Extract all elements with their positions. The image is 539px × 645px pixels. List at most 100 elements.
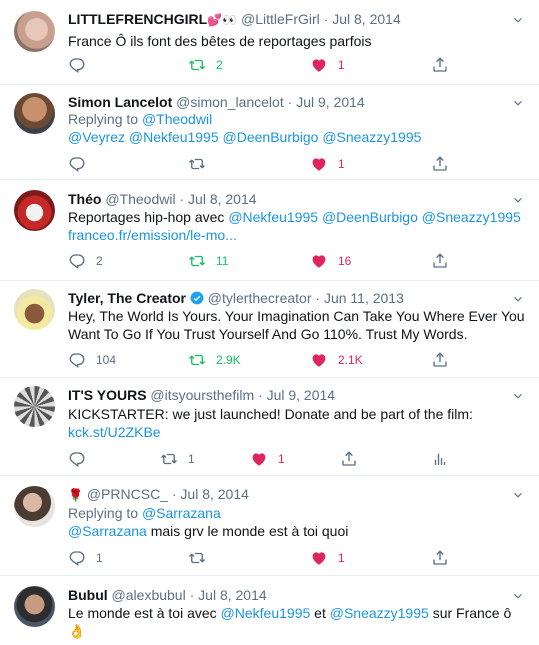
like-button[interactable]: 16 xyxy=(310,252,351,270)
reply-button[interactable] xyxy=(68,155,86,173)
author-name[interactable]: LITTLEFRENCHGIRL xyxy=(68,11,207,27)
mention-link[interactable]: @Theodwil xyxy=(142,111,212,127)
author-handle[interactable]: @LittleFrGirl xyxy=(241,11,320,27)
heart-icon xyxy=(310,549,328,567)
mention-link[interactable]: @Sarrazana xyxy=(68,523,147,539)
avatar[interactable] xyxy=(14,289,55,330)
mention-link[interactable]: @DeenBurbigo xyxy=(223,129,319,145)
author-handle[interactable]: @itsyoursthefilm xyxy=(150,387,254,403)
chevron-down-icon[interactable] xyxy=(511,193,525,207)
verified-badge-icon xyxy=(190,291,204,305)
reply-button[interactable]: 104 xyxy=(68,351,116,369)
tweet-date[interactable]: Jul 9, 2014 xyxy=(267,387,336,403)
retweet-count: 2.9K xyxy=(216,353,241,367)
mention-link[interactable]: @Sarrazana xyxy=(142,505,221,521)
heart-icon xyxy=(310,351,328,369)
mention-link[interactable]: @Sneazzy1995 xyxy=(330,605,429,621)
retweet-count: 11 xyxy=(216,254,229,268)
like-button[interactable]: 1 xyxy=(250,450,285,468)
ok-hand-emoji: 👌 xyxy=(68,623,86,639)
author-name[interactable]: Bubul xyxy=(68,587,108,603)
chevron-down-icon[interactable] xyxy=(511,13,525,27)
retweet-button[interactable]: 2.9K xyxy=(188,351,241,369)
tweet-text: @Sarrazana mais grv le monde est à toi q… xyxy=(68,523,349,539)
url-link[interactable]: franceo.fr/emission/le-mo... xyxy=(68,227,237,243)
tweet-tyler[interactable]: Tyler, The Creator @tylerthecreator · Ju… xyxy=(0,281,539,378)
like-button[interactable]: 2.1K xyxy=(310,351,363,369)
author-handle[interactable]: @tylerthecreator xyxy=(208,290,312,306)
avatar[interactable] xyxy=(14,586,55,627)
retweet-count: 2 xyxy=(216,58,223,72)
share-icon xyxy=(431,549,449,567)
mention-link[interactable]: @DeenBurbigo xyxy=(322,209,418,225)
chevron-down-icon[interactable] xyxy=(511,589,525,603)
author-handle[interactable]: @PRNCSC_ xyxy=(87,486,168,502)
mention-link[interactable]: @Nekfeu1995 xyxy=(228,209,318,225)
author-name[interactable]: Théo xyxy=(68,191,101,207)
like-button[interactable]: 1 xyxy=(310,155,345,173)
tweet-bubul[interactable]: Bubul @alexbubul · Jul 8, 2014 Le monde … xyxy=(0,576,539,645)
analytics-button[interactable] xyxy=(431,450,449,468)
reply-button[interactable] xyxy=(68,450,86,468)
tweet-date[interactable]: Jun 11, 2013 xyxy=(324,290,404,306)
author-name[interactable]: Tyler, The Creator xyxy=(68,290,186,306)
like-button[interactable]: 1 xyxy=(310,549,345,567)
share-icon xyxy=(340,450,358,468)
heart-icon xyxy=(310,155,328,173)
tweet-date[interactable]: Jul 9, 2014 xyxy=(296,94,365,110)
retweet-icon xyxy=(160,450,178,468)
tweet-date[interactable]: Jul 8, 2014 xyxy=(188,191,257,207)
share-button[interactable] xyxy=(431,56,449,74)
retweet-button[interactable] xyxy=(188,549,206,567)
share-button[interactable] xyxy=(431,351,449,369)
reply-button[interactable] xyxy=(68,56,86,74)
avatar[interactable] xyxy=(14,386,55,427)
tweet-littlefrenchgirl[interactable]: LITTLEFRENCHGIRL💕👀 @LittleFrGirl · Jul 8… xyxy=(0,0,539,85)
reply-button[interactable]: 1 xyxy=(68,549,103,567)
tweet-date[interactable]: Jul 8, 2014 xyxy=(180,486,249,502)
chevron-down-icon[interactable] xyxy=(511,96,525,110)
reply-icon xyxy=(68,252,86,270)
share-button[interactable] xyxy=(431,155,449,173)
avatar[interactable] xyxy=(14,93,55,134)
reply-count: 1 xyxy=(96,551,103,565)
tweet-date[interactable]: Jul 8, 2014 xyxy=(198,587,267,603)
rose-emoji[interactable]: 🌹 xyxy=(68,488,83,502)
chevron-down-icon[interactable] xyxy=(511,389,525,403)
tweet-prncsc[interactable]: 🌹 @PRNCSC_ · Jul 8, 2014 Replying to @Sa… xyxy=(0,476,539,576)
retweet-button[interactable]: 2 xyxy=(188,56,223,74)
tweet-theo[interactable]: Théo @Theodwil · Jul 8, 2014 Reportages … xyxy=(0,180,539,281)
tweet-simon-lancelot[interactable]: Simon Lancelot @simon_lancelot · Jul 9, … xyxy=(0,85,539,180)
tweet-date[interactable]: Jul 8, 2014 xyxy=(332,11,401,27)
reply-button[interactable]: 2 xyxy=(68,252,103,270)
author-handle[interactable]: @alexbubul xyxy=(112,587,186,603)
like-button[interactable]: 1 xyxy=(310,56,345,74)
chevron-down-icon[interactable] xyxy=(511,292,525,306)
mention-link[interactable]: @Nekfeu1995 xyxy=(129,129,219,145)
mention-link[interactable]: @Nekfeu1995 xyxy=(221,605,311,621)
mention-link[interactable]: @Sneazzy1995 xyxy=(422,209,521,225)
mention-link[interactable]: @Sneazzy1995 xyxy=(322,129,421,145)
author-handle[interactable]: @simon_lancelot xyxy=(176,94,284,110)
share-icon xyxy=(431,252,449,270)
reply-icon xyxy=(68,450,86,468)
like-count: 1 xyxy=(338,551,345,565)
avatar[interactable] xyxy=(14,11,55,52)
chevron-down-icon[interactable] xyxy=(511,488,525,502)
tweet-its-yours[interactable]: IT'S YOURS @itsyoursthefilm · Jul 9, 201… xyxy=(0,378,539,476)
author-name[interactable]: IT'S YOURS xyxy=(68,387,147,403)
author-handle[interactable]: @Theodwil xyxy=(105,191,175,207)
share-button[interactable] xyxy=(431,252,449,270)
retweet-button[interactable]: 11 xyxy=(188,252,228,270)
avatar[interactable] xyxy=(14,190,55,231)
retweet-button[interactable] xyxy=(188,155,206,173)
share-button[interactable] xyxy=(340,450,358,468)
retweet-button[interactable]: 1 xyxy=(160,450,195,468)
mention-link[interactable]: @Veyrez xyxy=(68,129,125,145)
avatar[interactable] xyxy=(14,486,55,527)
author-name[interactable]: Simon Lancelot xyxy=(68,94,172,110)
share-button[interactable] xyxy=(431,549,449,567)
url-link[interactable]: kck.st/U2ZKBe xyxy=(68,424,161,440)
like-count: 16 xyxy=(338,254,352,268)
share-icon xyxy=(431,351,449,369)
